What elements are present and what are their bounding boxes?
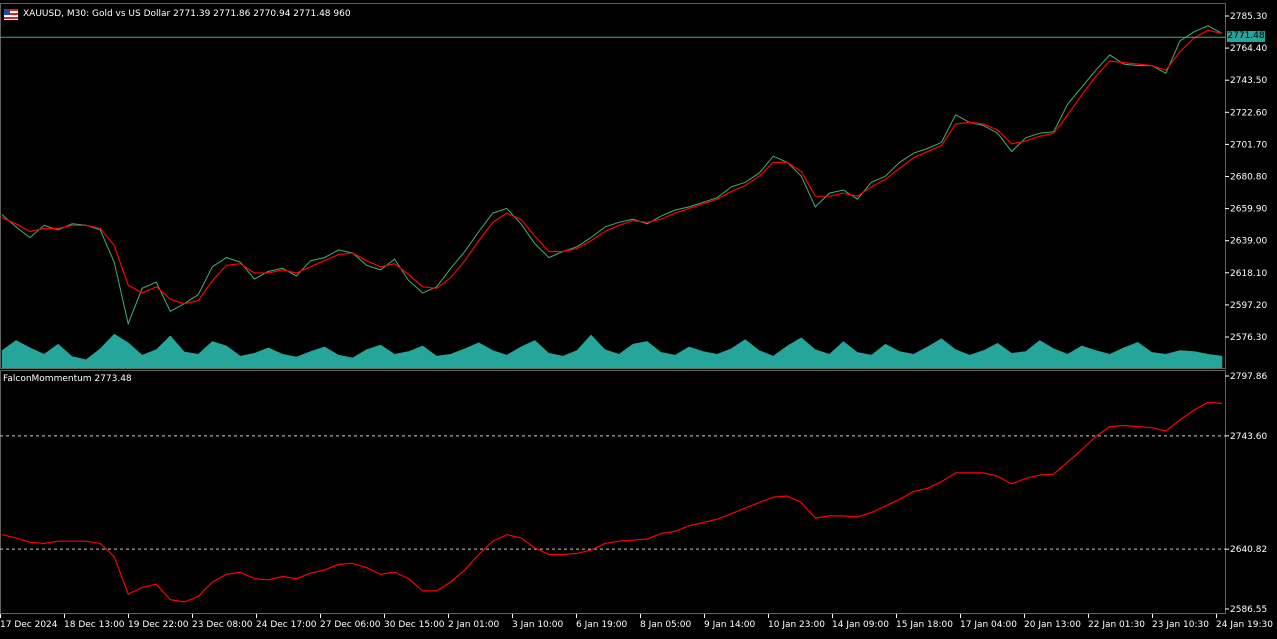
time-tick-label: 9 Jan 14:00 [704, 620, 756, 630]
price-line [1, 25, 1223, 326]
indicator-line [1, 401, 1223, 603]
price-tick-label: 2701.70 [1230, 140, 1267, 150]
time-tick-label: 24 Dec 17:00 [256, 620, 317, 630]
price-tick-label: 2743.50 [1230, 76, 1267, 86]
time-tick-label: 20 Jan 13:00 [1024, 620, 1081, 630]
time-tick-label: 30 Dec 15:00 [384, 620, 445, 630]
volume-area [1, 333, 1223, 369]
price-tick-label: 2618.10 [1230, 269, 1267, 279]
volume-histogram [1, 333, 1223, 369]
indicator-tick-label: 2743.60 [1230, 432, 1267, 442]
price-tick-label: 2659.90 [1230, 205, 1267, 215]
time-tick-label: 23 Dec 08:00 [192, 620, 253, 630]
indicator-series [0, 401, 1225, 603]
time-tick-label: 2 Jan 01:00 [448, 620, 500, 630]
chart-window[interactable]: 2785.30 2764.40 2743.50 2722.60 2701.70 2680.… [0, 0, 1277, 636]
indicator-header: FalconMommentum 2773.48 [3, 374, 132, 384]
indicator-tick-label: 2586.55 [1230, 605, 1267, 615]
chart-canvas[interactable]: 2785.30 2764.40 2743.50 2722.60 2701.70 2680.… [0, 0, 1277, 636]
time-tick-label: 15 Jan 18:00 [896, 620, 953, 630]
indicator-frame [0, 370, 1226, 614]
time-tick-label: 27 Dec 06:00 [320, 620, 381, 630]
time-tick-label: 14 Jan 09:00 [832, 620, 889, 630]
price-tick-label: 2764.40 [1230, 44, 1267, 54]
time-tick-label: 17 Jan 04:00 [960, 620, 1017, 630]
price-tick-label: 2597.20 [1230, 301, 1267, 311]
time-tick-label: 10 Jan 23:00 [768, 620, 825, 630]
time-tick-label: 6 Jan 19:00 [576, 620, 628, 630]
time-tick-label: 22 Jan 01:30 [1088, 620, 1145, 630]
price-tick-label: 2785.30 [1230, 12, 1267, 22]
time-tick-label: 19 Dec 22:00 [128, 620, 189, 630]
indicator-tick-label: 2797.86 [1230, 372, 1267, 382]
price-tick-label: 2680.80 [1230, 173, 1267, 183]
price-series [0, 25, 1226, 326]
time-tick-label: 3 Jan 10:00 [512, 620, 564, 630]
time-tick-label: 23 Jan 10:30 [1152, 620, 1209, 630]
current-price-label: 2771.48 [1227, 31, 1265, 42]
symbol-header: XAUUSD, M30: Gold vs US Dollar 2771.39 2… [23, 9, 351, 19]
time-tick-label: 8 Jan 05:00 [640, 620, 692, 630]
price-tick-label: 2722.60 [1230, 108, 1267, 118]
time-tick-label: 17 Dec 2024 [0, 620, 58, 630]
moving-average-line [1, 29, 1223, 305]
time-tick-label: 18 Dec 13:00 [64, 620, 125, 630]
price-axis: 2785.30 2764.40 2743.50 2722.60 2701.70 2680.… [1225, 12, 1267, 615]
price-tick-label: 2639.00 [1230, 237, 1267, 247]
time-axis: 17 Dec 2024 18 Dec 13:00 19 Dec 22:00 23 De… [0, 614, 1273, 630]
indicator-tick-label: 2640.82 [1230, 545, 1267, 555]
main-chart-frame [0, 3, 1226, 369]
time-tick-label: 24 Jan 19:30 [1216, 620, 1273, 630]
price-tick-label: 2576.30 [1230, 333, 1267, 343]
flag-icon [4, 9, 18, 20]
